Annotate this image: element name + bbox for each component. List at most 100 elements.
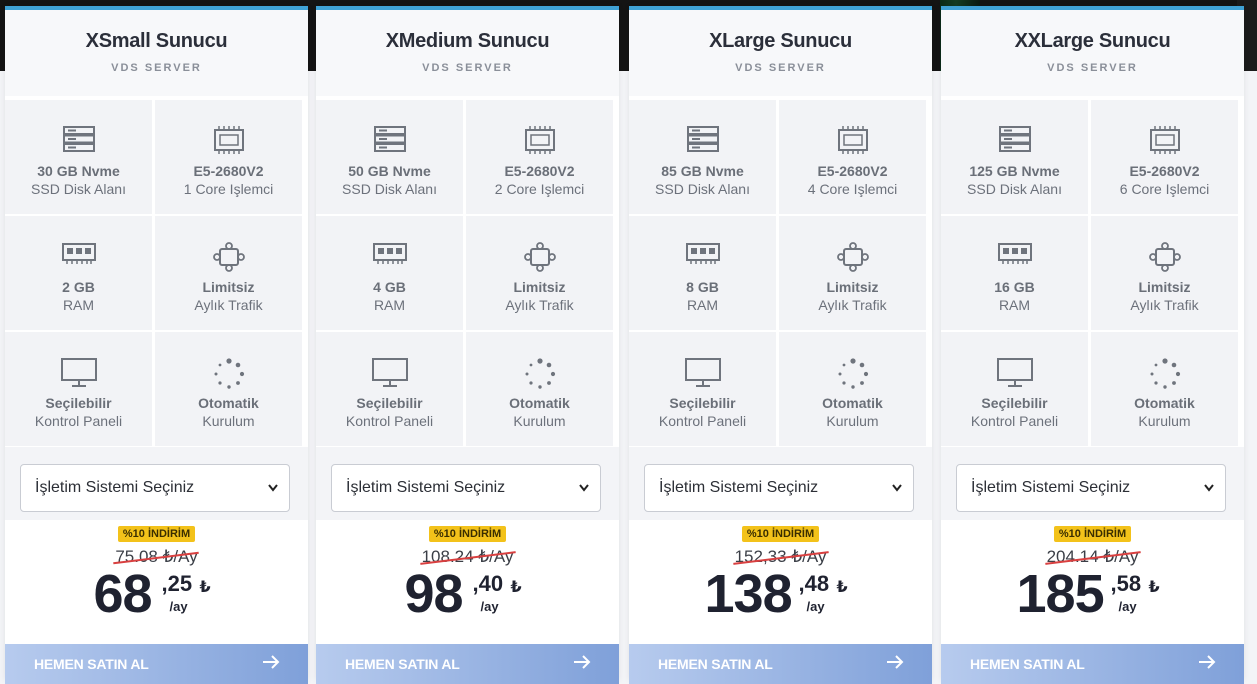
feature-cpu-value: E5-2680V2 (817, 163, 888, 179)
feature-traffic-value: Limitsiz (826, 279, 879, 295)
feature-ram-value: 16 GB (994, 279, 1035, 295)
feature-ram: 16 GB RAM (941, 216, 1088, 330)
feature-auto-install-label: Kurulum (513, 413, 566, 429)
price-period: /ay (806, 599, 825, 614)
price-fraction: ,40 (472, 571, 504, 596)
pricing-card: XMedium Sunucu VDS SERVER 50 GB Nvme SSD… (316, 6, 619, 684)
feature-control-panel-value: Seçilebilir (981, 395, 1048, 411)
os-select-value: İşletim Sistemi Seçiniz (971, 479, 1131, 496)
price-fraction: ,58 (1110, 571, 1142, 596)
feature-cpu: E5-2680V2 1 Core Işlemci (155, 100, 302, 214)
feature-ram-label: RAM (686, 297, 719, 313)
os-select-dropdown[interactable]: İşletim Sistemi Seçiniz (644, 464, 914, 512)
feature-cpu-value: E5-2680V2 (504, 163, 575, 179)
server-icon (997, 126, 1033, 156)
cpu-chip-icon (835, 126, 871, 156)
network-nodes-icon (835, 242, 871, 272)
discount-badge: %10 İNDİRİM (117, 526, 196, 542)
feature-ram: 2 GB RAM (5, 216, 152, 330)
monitor-icon (60, 358, 97, 388)
os-select-dropdown[interactable]: İşletim Sistemi Seçiniz (956, 464, 1226, 512)
server-icon (372, 126, 408, 156)
network-nodes-icon (1147, 242, 1183, 272)
feature-cpu-value: E5-2680V2 (1129, 163, 1200, 179)
card-header: XSmall Sunucu VDS SERVER (5, 10, 308, 96)
feature-traffic: Limitsiz Aylık Trafik (466, 216, 613, 330)
feature-auto-install-value: Otomatik (1134, 395, 1195, 411)
feature-auto-install: Otomatik Kurulum (466, 332, 613, 446)
feature-auto-install-label: Kurulum (826, 413, 879, 429)
feature-cpu-label: 4 Core Işlemci (807, 181, 898, 197)
buy-now-button[interactable]: HEMEN SATIN AL (316, 644, 619, 684)
feature-control-panel: Seçilebilir Kontrol Paneli (316, 332, 463, 446)
buy-now-label: HEMEN SATIN AL (970, 656, 1085, 672)
feature-auto-install-value: Otomatik (198, 395, 259, 411)
feature-control-panel-label: Kontrol Paneli (658, 413, 747, 429)
arrow-right-icon (262, 652, 280, 678)
plan-subtitle: VDS SERVER (1047, 62, 1138, 74)
network-nodes-icon (211, 242, 247, 272)
os-select-dropdown[interactable]: İşletim Sistemi Seçiniz (20, 464, 290, 512)
feature-auto-install-value: Otomatik (822, 395, 883, 411)
feature-ram-value: 8 GB (686, 279, 719, 295)
feature-auto-install-value: Otomatik (509, 395, 570, 411)
buy-now-label: HEMEN SATIN AL (345, 656, 460, 672)
feature-traffic: Limitsiz Aylık Trafik (1091, 216, 1238, 330)
feature-disk-value: 50 GB Nvme (348, 163, 431, 179)
feature-traffic-label: Aylık Trafik (818, 297, 887, 313)
price-currency: ₺ (510, 579, 522, 596)
monitor-icon (684, 358, 721, 388)
price-area: %10 İNDİRİM 108.24 ₺/Ay 98 ,40 ₺ /ay (316, 520, 619, 644)
feature-cpu-label: 6 Core Işlemci (1119, 181, 1210, 197)
buy-now-button[interactable]: HEMEN SATIN AL (941, 644, 1244, 684)
price-integer: 185 (1016, 564, 1105, 624)
feature-ram-value: 4 GB (373, 279, 406, 295)
feature-ram-value: 2 GB (62, 279, 95, 295)
plan-title: XSmall Sunucu (85, 30, 228, 52)
feature-traffic-label: Aylık Trafik (1130, 297, 1199, 313)
server-icon (61, 126, 97, 156)
feature-auto-install: Otomatik Kurulum (1091, 332, 1238, 446)
buy-now-button[interactable]: HEMEN SATIN AL (629, 644, 932, 684)
current-price: 68 ,25 ₺ /ay (5, 564, 308, 627)
os-select-dropdown[interactable]: İşletim Sistemi Seçiniz (331, 464, 601, 512)
feature-ram: 8 GB RAM (629, 216, 776, 330)
os-select-value: İşletim Sistemi Seçiniz (346, 479, 506, 496)
feature-disk-label: SSD Disk Alanı (655, 181, 750, 197)
plan-title: XXLarge Sunucu (1014, 30, 1171, 52)
os-select-value: İşletim Sistemi Seçiniz (659, 479, 819, 496)
price-currency: ₺ (836, 579, 848, 596)
plan-subtitle: VDS SERVER (735, 62, 826, 74)
monitor-icon (996, 358, 1033, 388)
feature-control-panel: Seçilebilir Kontrol Paneli (5, 332, 152, 446)
monitor-icon (371, 358, 408, 388)
server-icon (685, 126, 721, 156)
feature-control-panel-value: Seçilebilir (669, 395, 736, 411)
feature-traffic-value: Limitsiz (202, 279, 255, 295)
os-select-area: İşletim Sistemi Seçiniz (629, 447, 932, 520)
ram-module-icon (372, 242, 408, 272)
card-header: XMedium Sunucu VDS SERVER (316, 10, 619, 96)
price-integer: 138 (704, 564, 793, 624)
feature-cpu-label: 1 Core Işlemci (183, 181, 274, 197)
buy-now-button[interactable]: HEMEN SATIN AL (5, 644, 308, 684)
feature-cpu-label: 2 Core Işlemci (494, 181, 585, 197)
feature-ram-label: RAM (373, 297, 406, 313)
feature-disk-label: SSD Disk Alanı (342, 181, 437, 197)
feature-ram-label: RAM (998, 297, 1031, 313)
feature-disk-value: 125 GB Nvme (969, 163, 1060, 179)
feature-disk: 30 GB Nvme SSD Disk Alanı (5, 100, 152, 214)
price-area: %10 İNDİRİM 152,33 ₺/Ay 138 ,48 ₺ /ay (629, 520, 932, 644)
feature-control-panel: Seçilebilir Kontrol Paneli (629, 332, 776, 446)
feature-control-panel-label: Kontrol Paneli (345, 413, 434, 429)
network-nodes-icon (522, 242, 558, 272)
feature-disk-label: SSD Disk Alanı (967, 181, 1062, 197)
price-integer: 98 (404, 564, 464, 624)
price-currency: ₺ (199, 579, 211, 596)
spinner-icon (211, 358, 247, 389)
feature-cpu-value: E5-2680V2 (193, 163, 264, 179)
feature-control-panel-value: Seçilebilir (45, 395, 112, 411)
price-period: /ay (169, 599, 188, 614)
price-currency: ₺ (1148, 579, 1160, 596)
feature-auto-install: Otomatik Kurulum (779, 332, 926, 446)
